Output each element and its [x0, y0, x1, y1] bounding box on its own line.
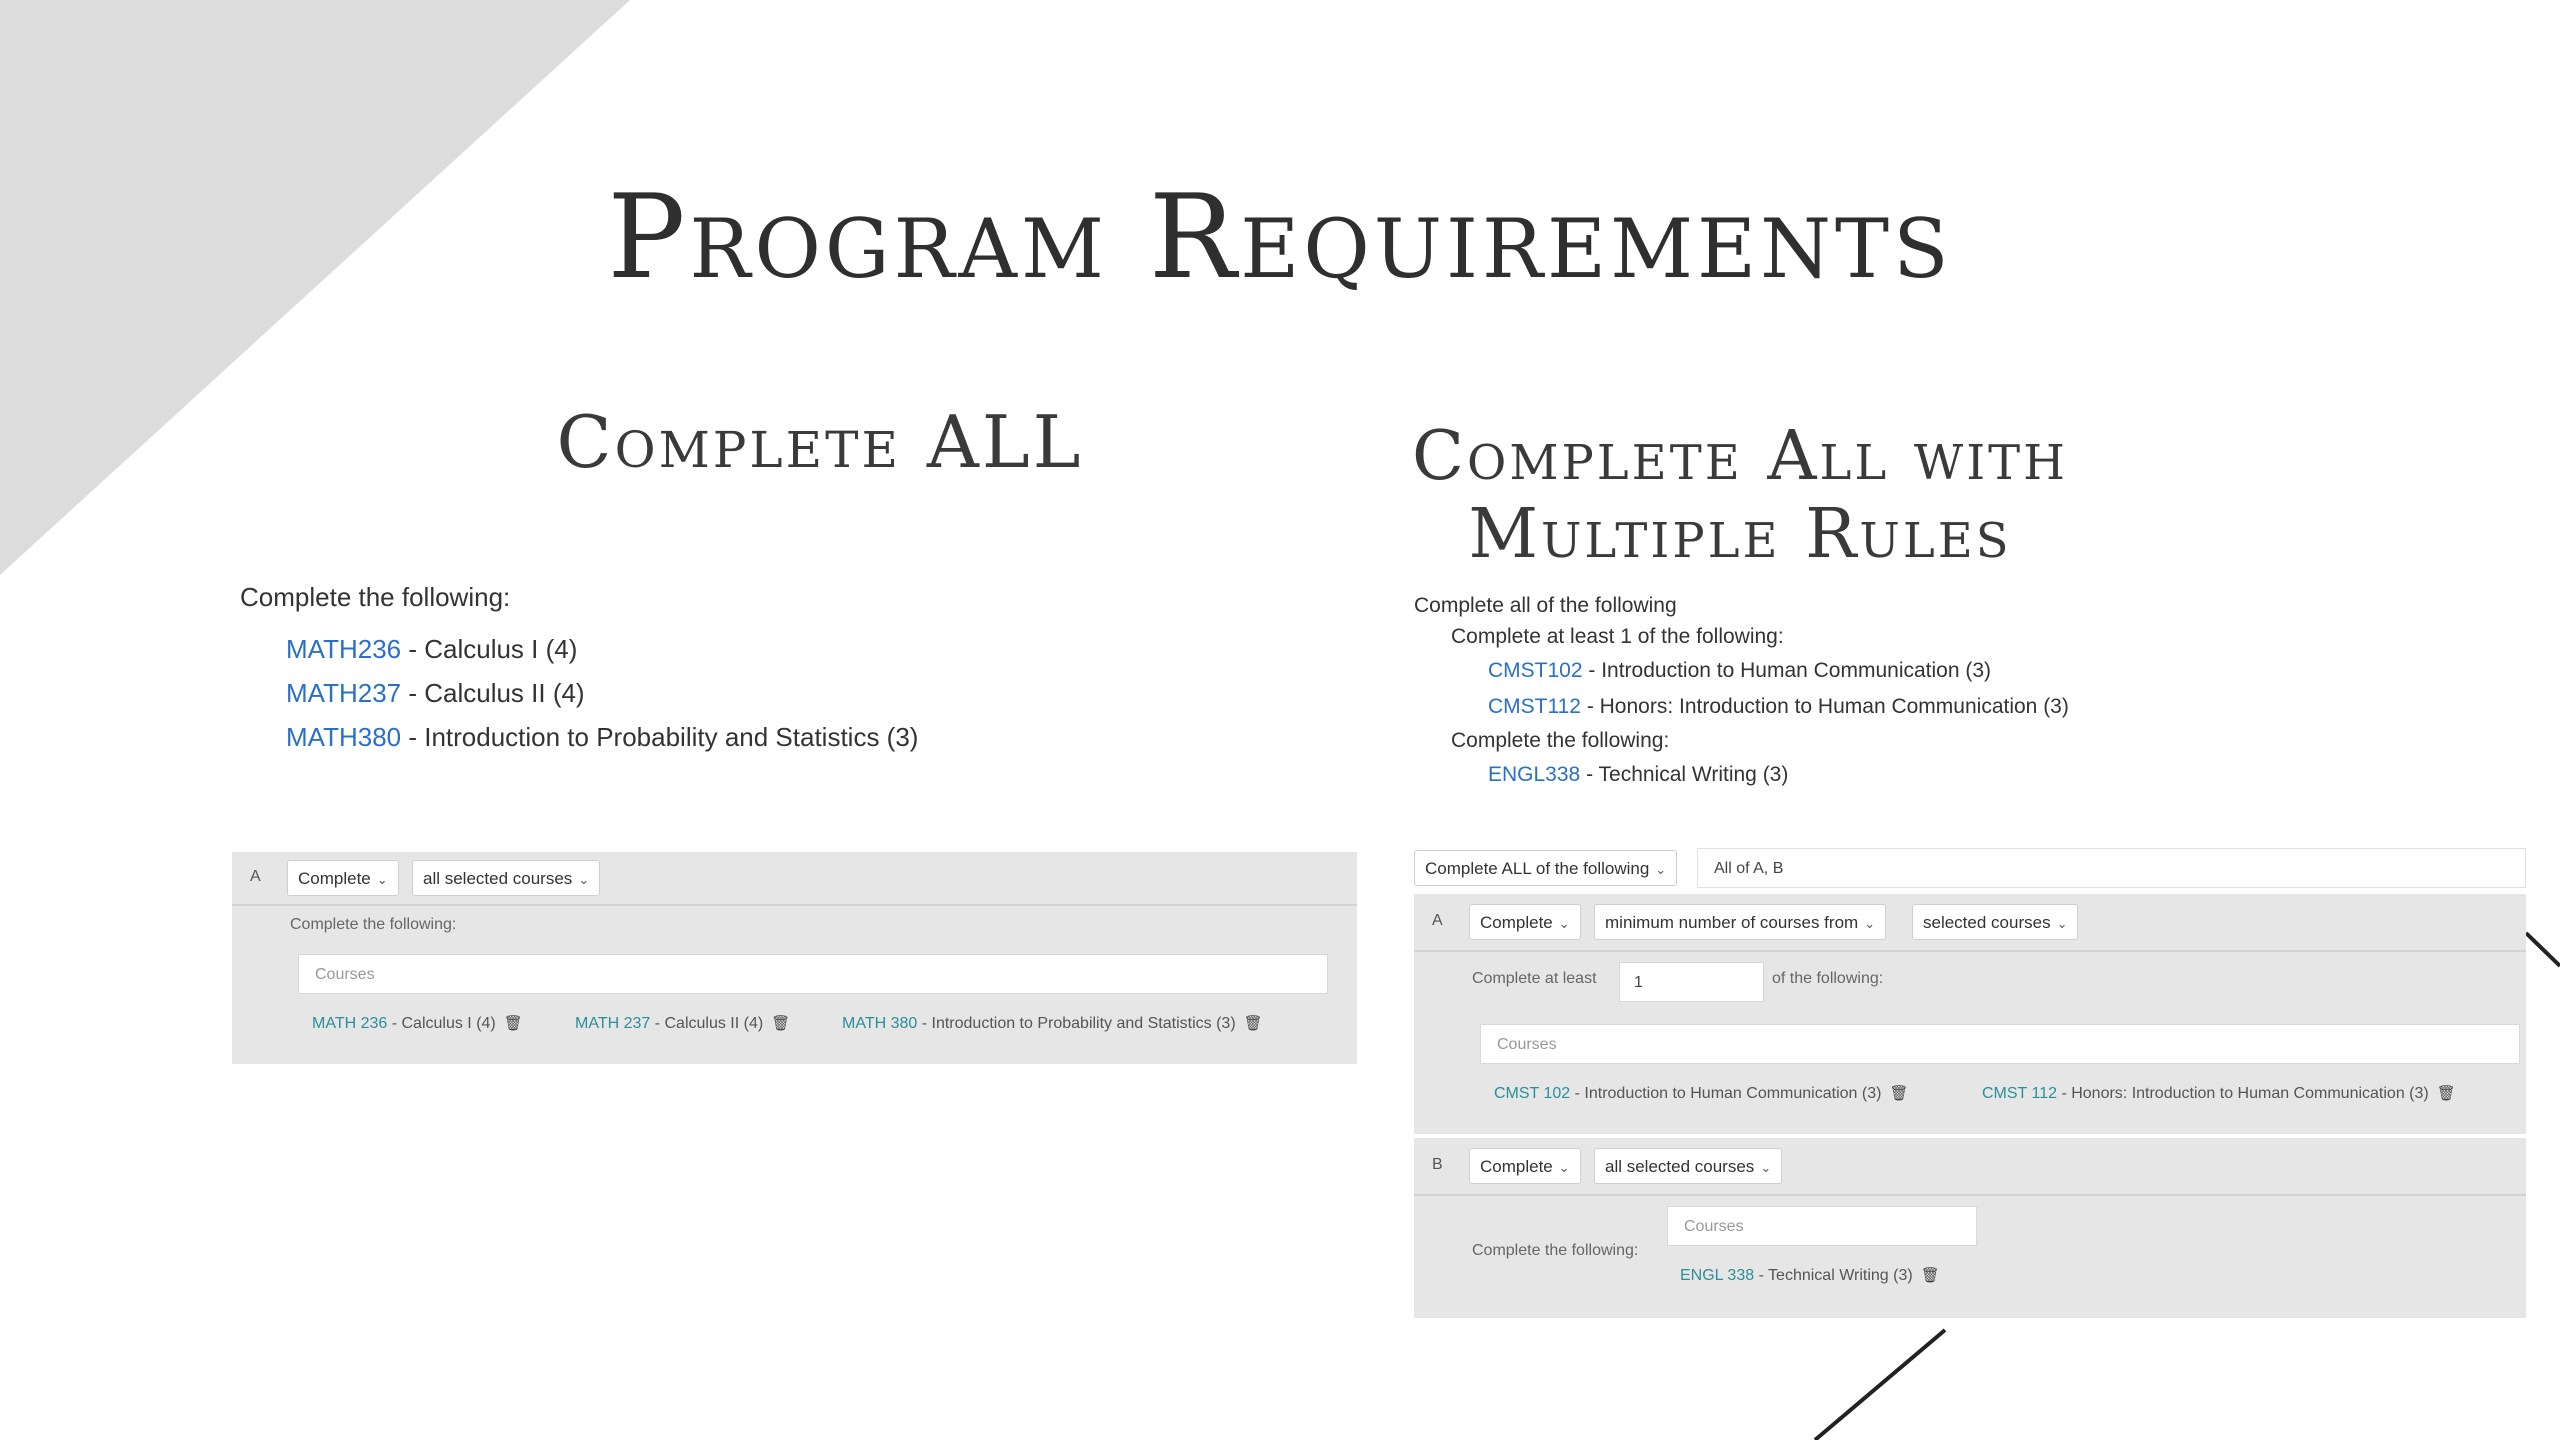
courses-input[interactable]: Courses	[1667, 1206, 1977, 1246]
right-editor-header: Complete ALL of the following ⌄ All of A,…	[1414, 846, 2526, 890]
course-link[interactable]: MATH 380	[842, 1015, 917, 1032]
list-item: MATH380 - Introduction to Probability an…	[286, 715, 918, 759]
divider	[232, 904, 1357, 906]
courses-input[interactable]: Courses	[298, 954, 1328, 994]
rule-select[interactable]: Complete ⌄	[1469, 904, 1581, 940]
list-item: CMST112 - Honors: Introduction to Human …	[1488, 695, 2069, 718]
trash-icon[interactable]: 🗑	[2437, 1085, 2456, 1102]
course-link[interactable]: MATH236	[286, 634, 401, 664]
mode-select[interactable]: minimum number of courses from ⌄	[1594, 904, 1887, 940]
top-rule-select[interactable]: Complete ALL of the following ⌄	[1414, 850, 1678, 886]
course-link[interactable]: MATH380	[286, 722, 401, 752]
atleast-label: Complete at least	[1472, 970, 1597, 987]
rule-select[interactable]: Complete ⌄	[287, 860, 399, 896]
course-title: - Calculus II (4)	[401, 678, 585, 708]
rule-letter: B	[1432, 1156, 1443, 1173]
chevron-down-icon: ⌄	[2056, 916, 2068, 931]
course-chip: MATH 380 - Introduction to Probability a…	[842, 1015, 1263, 1032]
rule-instruction: Complete the following:	[290, 916, 457, 933]
course-link[interactable]: ENGL 338	[1680, 1267, 1754, 1284]
right-subtitle-line2: Multiple Rules	[1468, 495, 2012, 574]
chevron-down-icon: ⌄	[1655, 862, 1667, 877]
courses-input[interactable]: Courses	[1480, 1024, 2520, 1064]
trash-icon[interactable]: 🗑	[771, 1015, 790, 1032]
atleast-input[interactable]: 1	[1619, 962, 1764, 1002]
rule-a-heading: Complete at least 1 of the following:	[1451, 625, 1784, 648]
course-chip: CMST 112 - Honors: Introduction to Human…	[1982, 1085, 2456, 1102]
scope-select[interactable]: selected courses ⌄	[1912, 904, 2079, 940]
rule-instruction: Complete the following:	[1472, 1242, 1639, 1259]
list-intro: Complete the following:	[240, 582, 511, 612]
course-title: - Introduction to Probability and Statis…	[401, 722, 919, 752]
left-rule-editor: A Complete ⌄ all selected courses ⌄ Comple…	[232, 852, 1357, 1064]
course-chip: ENGL 338 - Technical Writing (3) 🗑	[1680, 1267, 1940, 1284]
trash-icon[interactable]: 🗑	[1921, 1267, 1940, 1284]
chevron-down-icon: ⌄	[1558, 1160, 1570, 1175]
divider	[1414, 950, 2526, 952]
course-link[interactable]: ENGL338	[1488, 763, 1580, 786]
course-link[interactable]: CMST112	[1488, 695, 1581, 718]
rule-letter: A	[1432, 912, 1443, 929]
course-link[interactable]: MATH 236	[312, 1015, 387, 1032]
following-label: of the following:	[1772, 970, 1884, 987]
chevron-down-icon: ⌄	[1760, 1160, 1772, 1175]
divider	[1414, 1194, 2526, 1196]
list-item: ENGL338 - Technical Writing (3)	[1488, 763, 1789, 786]
trash-icon[interactable]: 🗑	[504, 1015, 523, 1032]
chevron-down-icon: ⌄	[376, 872, 388, 887]
scope-select[interactable]: all selected courses ⌄	[412, 860, 601, 896]
rule-b-editor: B Complete ⌄ all selected courses ⌄ Course…	[1414, 1138, 2526, 1318]
list-item: MATH236 - Calculus I (4)	[286, 627, 918, 671]
combination-field[interactable]: All of A, B	[1697, 848, 2526, 888]
list-item: CMST102 - Introduction to Human Communic…	[1488, 659, 1992, 682]
course-link[interactable]: MATH 237	[575, 1015, 650, 1032]
chevron-down-icon: ⌄	[578, 872, 590, 887]
rule-select[interactable]: Complete ⌄	[1469, 1148, 1581, 1184]
trash-icon[interactable]: 🗑	[1244, 1015, 1263, 1032]
chevron-down-icon: ⌄	[1558, 916, 1570, 931]
course-title: - Calculus I (4)	[401, 634, 578, 664]
left-requirement-list: Complete the following: MATH236 - Calcul…	[240, 582, 918, 759]
trash-icon[interactable]: 🗑	[1889, 1085, 1908, 1102]
list-root: Complete all of the following	[1414, 594, 1677, 617]
chevron-down-icon: ⌄	[1864, 916, 1876, 931]
course-chip: MATH 236 - Calculus I (4) 🗑	[312, 1015, 523, 1032]
course-link[interactable]: CMST102	[1488, 659, 1583, 682]
right-requirement-list: Complete all of the following Complete a…	[1414, 591, 2069, 793]
right-subtitle-line1: Complete All with	[1411, 417, 2069, 496]
scope-select[interactable]: all selected courses ⌄	[1594, 1148, 1783, 1184]
left-subtitle: Complete ALL	[556, 400, 1084, 484]
right-subtitle: Complete All with Multiple Rules	[1380, 418, 2100, 574]
rule-a-editor: A Complete ⌄ minimum number of courses fr…	[1414, 894, 2526, 1134]
course-chip: CMST 102 - Introduction to Human Communi…	[1494, 1085, 1909, 1102]
course-link[interactable]: CMST 102	[1494, 1085, 1570, 1102]
rule-b-heading: Complete the following:	[1451, 729, 1670, 752]
slide-title: Program Requirements	[607, 170, 1953, 305]
course-link[interactable]: CMST 112	[1982, 1085, 2057, 1102]
course-chip: MATH 237 - Calculus II (4) 🗑	[575, 1015, 791, 1032]
course-link[interactable]: MATH237	[286, 678, 401, 708]
rule-letter: A	[250, 868, 261, 885]
list-item: MATH237 - Calculus II (4)	[286, 671, 918, 715]
